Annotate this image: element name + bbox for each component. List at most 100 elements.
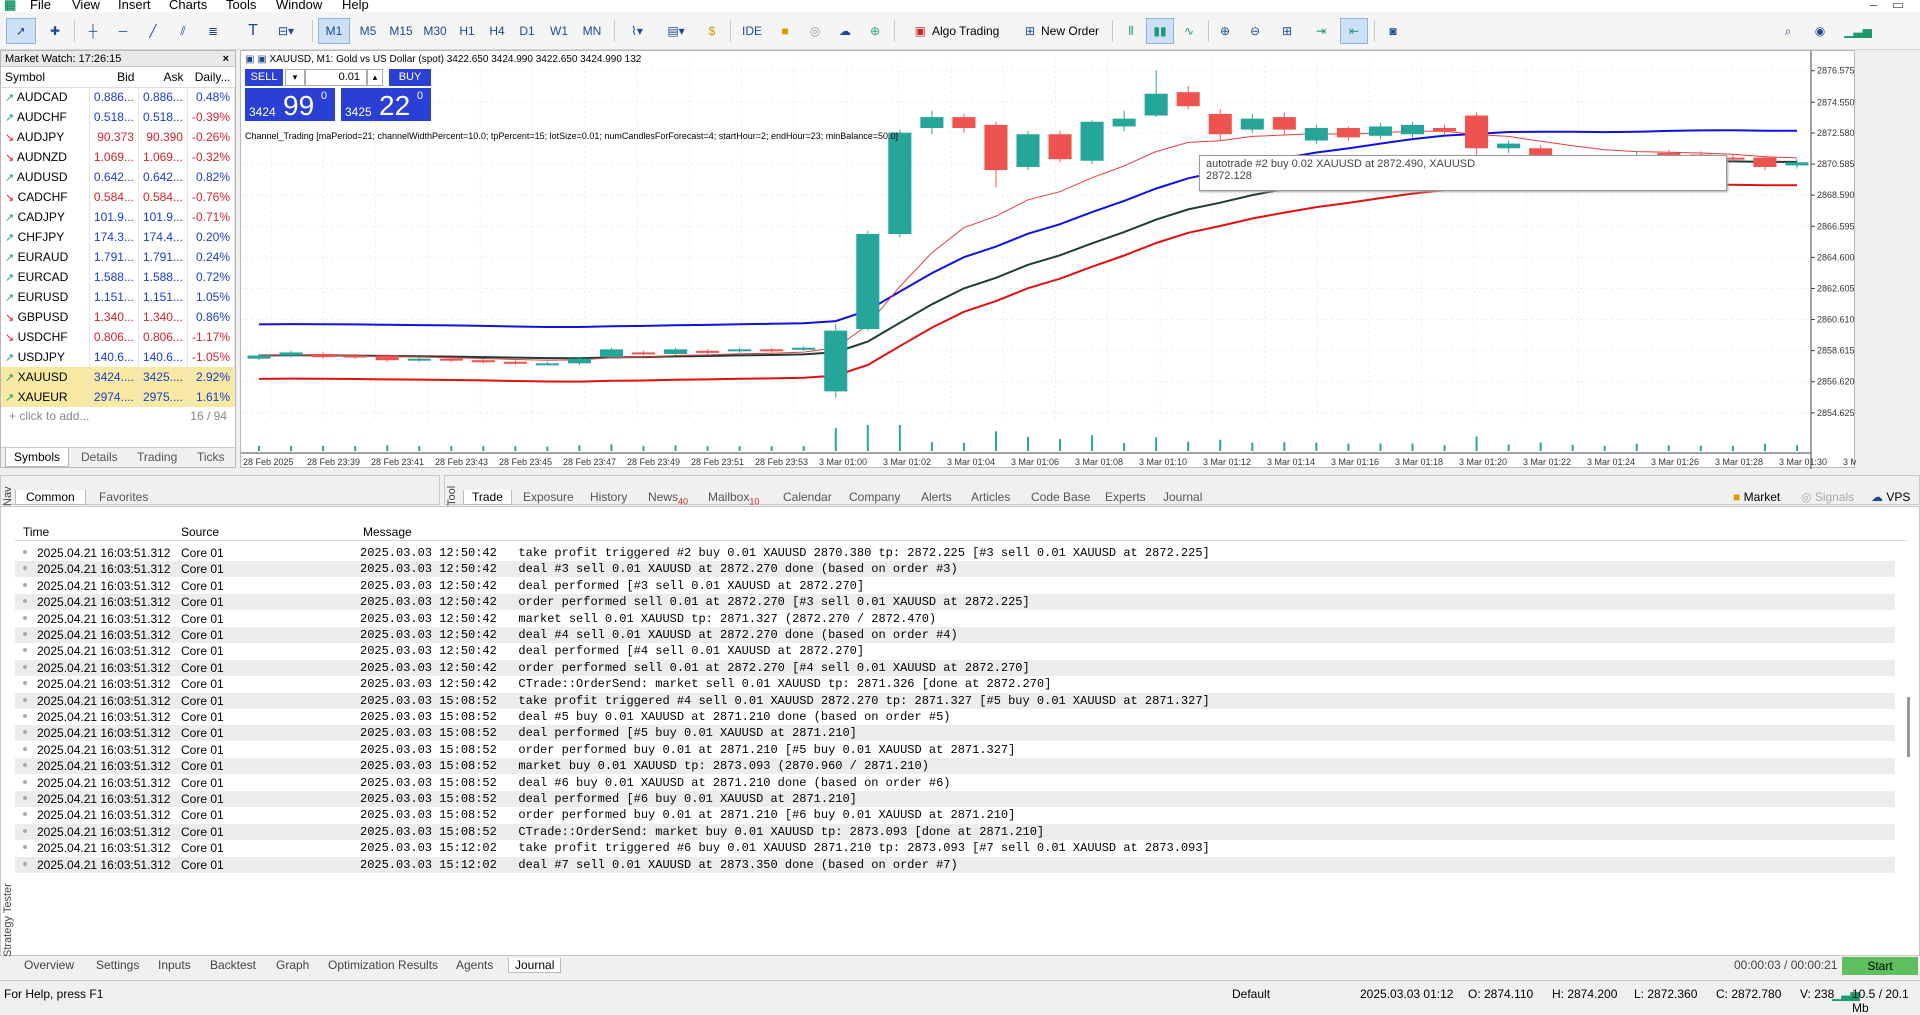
candle-chart-icon[interactable]: ▮▮ — [1146, 18, 1174, 44]
col-source[interactable]: Source — [181, 525, 219, 539]
fibonacci-icon[interactable]: ≣ — [200, 18, 226, 44]
journal-row[interactable]: 2025.04.21 16:03:51.312 Core 01 2025.03.03… — [15, 791, 1895, 807]
timeframe-h4[interactable]: H4 — [482, 18, 512, 44]
market-watch-row[interactable]: ↘ AUDJPY 90.373 90.390 -0.26% — [1, 127, 236, 147]
chart-canvas[interactable]: 2876.575 2874.550 2872.580 2870.585 2868.590… — [241, 51, 1856, 469]
tab-code-base[interactable]: Code Base — [1031, 490, 1090, 504]
col-daily[interactable]: Daily... — [187, 67, 235, 88]
vps-button[interactable]: ☁ VPS — [1871, 490, 1910, 504]
add-symbol-link[interactable]: + click to add... — [9, 409, 89, 423]
timeframe-m15[interactable]: M15 — [384, 18, 418, 44]
col-ask[interactable]: Ask — [138, 67, 188, 88]
menu-window[interactable]: Window — [276, 0, 322, 12]
screenshot-icon[interactable]: ◙ — [1380, 18, 1406, 44]
cursor-icon[interactable]: ➚ — [6, 18, 36, 44]
journal-scrollbar[interactable] — [1907, 697, 1910, 757]
timeframe-h1[interactable]: H1 — [452, 18, 482, 44]
journal-row[interactable]: 2025.04.21 16:03:51.312 Core 01 2025.03.03… — [15, 594, 1895, 611]
chart-shift-icon[interactable]: ⇤ — [1340, 18, 1368, 44]
journal-row[interactable]: 2025.04.21 16:03:51.312 Core 01 2025.03.03… — [15, 627, 1895, 643]
text-tool-icon[interactable]: T — [240, 18, 266, 44]
menu-help[interactable]: Help — [342, 0, 369, 12]
tab-optimization-results[interactable]: Optimization Results — [328, 958, 438, 972]
tab-articles[interactable]: Articles — [971, 490, 1010, 504]
coin-icon[interactable]: $ — [700, 18, 724, 44]
restore-icon[interactable]: ▭ — [1892, 0, 1904, 12]
tab-alerts[interactable]: Alerts — [921, 490, 952, 504]
close-icon[interactable]: × — [223, 51, 229, 67]
signals-button[interactable]: ◎ Signals — [1801, 490, 1854, 504]
tab-experts[interactable]: Experts — [1105, 490, 1146, 504]
new-order-button[interactable]: ⊞ New Order — [1014, 18, 1110, 44]
journal-row[interactable]: 2025.04.21 16:03:51.312 Core 01 2025.03.03… — [15, 807, 1895, 823]
tab-company[interactable]: Company — [849, 490, 900, 504]
shapes-dropdown-icon[interactable]: ⊟▾ — [268, 18, 304, 44]
journal-row[interactable]: 2025.04.21 16:03:51.312 Core 01 2025.03.03… — [15, 856, 1895, 873]
market-watch-row[interactable]: ↗ AUDCHF 0.518... 0.518... -0.39% — [1, 107, 236, 127]
minimize-icon[interactable]: – — [1870, 0, 1877, 12]
market-watch-row[interactable]: ↗ AUDUSD 0.642... 0.642... 0.82% — [1, 167, 236, 187]
market-watch-row[interactable]: ↗ XAUUSD 3424.... 3425.... 2.92% — [1, 367, 236, 387]
crosshair-icon[interactable]: ✚ — [42, 18, 68, 44]
market-watch-row[interactable]: ↗ USDJPY 140.6... 140.6... -1.05% — [1, 347, 236, 367]
market-watch-row[interactable]: ↗ EURAUD 1.791... 1.791... 0.24% — [1, 247, 236, 267]
templates-icon[interactable]: ▤▾ — [658, 18, 694, 44]
market-button[interactable]: ■ Market — [1733, 490, 1780, 504]
tab-exposure[interactable]: Exposure — [523, 490, 574, 504]
journal-row[interactable]: 2025.04.21 16:03:51.312 Core 01 2025.03.03… — [15, 725, 1895, 742]
tab-inputs[interactable]: Inputs — [158, 958, 191, 972]
autoscroll-icon[interactable]: ⇥ — [1308, 18, 1334, 44]
sell-price-box[interactable]: 3424 99 0 — [245, 88, 335, 121]
bar-chart-icon[interactable]: ⫴ — [1118, 18, 1144, 44]
menu-view[interactable]: View — [72, 0, 100, 12]
journal-row[interactable]: 2025.04.21 16:03:51.312 Core 01 2025.03.03… — [15, 758, 1895, 775]
tab-details[interactable]: Details — [81, 450, 118, 464]
chart-type-icon[interactable]: ⌇▾ — [620, 18, 654, 44]
zoom-out-icon[interactable]: ⊖ — [1242, 18, 1268, 44]
buy-button[interactable]: BUY — [389, 69, 431, 86]
journal-row[interactable]: 2025.04.21 16:03:51.312 Core 01 2025.03.03… — [15, 643, 1895, 659]
account-icon[interactable]: ◉ — [1808, 18, 1832, 44]
trendline-icon[interactable]: ╱ — [140, 18, 166, 44]
tab-history[interactable]: History — [590, 490, 627, 504]
tab-common[interactable]: Common — [15, 490, 86, 505]
tab-graph[interactable]: Graph — [276, 958, 309, 972]
journal-row[interactable]: 2025.04.21 16:03:51.312 Core 01 2025.03.03… — [15, 611, 1895, 627]
timeframe-m1[interactable]: M1 — [318, 18, 350, 44]
tab-tester-journal[interactable]: Journal — [508, 958, 562, 973]
tab-journal[interactable]: Journal — [1163, 490, 1202, 504]
tab-trade[interactable]: Trade — [463, 490, 512, 505]
col-message[interactable]: Message — [363, 525, 412, 539]
market-watch-row[interactable]: ↘ CADCHF 0.584... 0.584... -0.76% — [1, 187, 236, 207]
tab-calendar[interactable]: Calendar — [783, 490, 832, 504]
market-watch-row[interactable]: ↗ AUDCAD 0.886... 0.886... 0.48% — [1, 87, 236, 107]
zoom-in-icon[interactable]: ⊕ — [1212, 18, 1238, 44]
price-chart[interactable]: 2876.575 2874.550 2872.580 2870.585 2868.590… — [240, 50, 1856, 469]
market-watch-row[interactable]: ↗ XAUEUR 2974.... 2975.... 1.61% — [1, 387, 236, 407]
journal-row[interactable]: 2025.04.21 16:03:51.312 Core 01 2025.03.03… — [15, 742, 1895, 758]
sell-button[interactable]: SELL — [245, 69, 283, 86]
market-watch-row[interactable]: ↘ GBPUSD 1.340... 1.340... 0.86% — [1, 307, 236, 327]
tab-favorites[interactable]: Favorites — [99, 490, 148, 504]
timeframe-mn[interactable]: MN — [576, 18, 608, 44]
lot-up-icon[interactable]: ▴ — [367, 69, 383, 86]
journal-row[interactable]: 2025.04.21 16:03:51.312 Core 01 2025.03.03… — [15, 659, 1895, 676]
col-symbol[interactable]: Symbol — [1, 67, 90, 88]
menu-insert[interactable]: Insert — [118, 0, 151, 12]
lock-icon[interactable]: ■ — [772, 18, 798, 44]
tab-symbols[interactable]: Symbols — [5, 448, 70, 467]
market-watch-row[interactable]: ↗ CADJPY 101.9... 101.9... -0.71% — [1, 207, 236, 227]
timeframe-d1[interactable]: D1 — [512, 18, 542, 44]
channel-icon[interactable]: ⫽ — [170, 18, 196, 44]
cloud-icon[interactable]: ☁ — [832, 18, 858, 44]
tab-trading[interactable]: Trading — [137, 450, 177, 464]
journal-row[interactable]: 2025.04.21 16:03:51.312 Core 01 2025.03.03… — [15, 775, 1895, 791]
algo-trading-button[interactable]: ▣ Algo Trading — [902, 18, 1012, 44]
col-bid[interactable]: Bid — [89, 67, 139, 88]
tab-agents[interactable]: Agents — [456, 958, 493, 972]
menu-charts[interactable]: Charts — [169, 0, 207, 12]
tab-news[interactable]: News40 — [648, 490, 688, 506]
tile-windows-icon[interactable]: ⊞ — [1274, 18, 1300, 44]
ide-button[interactable]: IDE — [736, 18, 768, 44]
market-globe-icon[interactable]: ⊕ — [862, 18, 888, 44]
